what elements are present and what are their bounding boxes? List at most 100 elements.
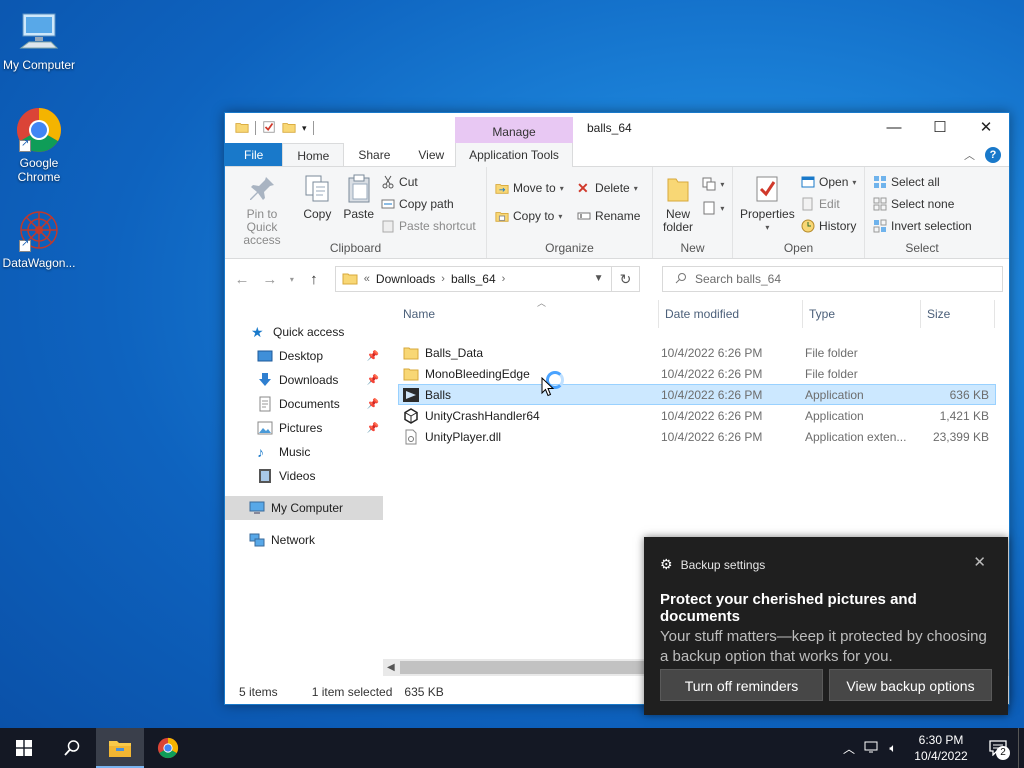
paste-shortcut-button[interactable]: Paste shortcut [381, 217, 476, 235]
nav-documents[interactable]: Documents 📌 [225, 392, 383, 416]
chevron-right-icon[interactable]: › [441, 273, 445, 285]
nav-network[interactable]: Network [225, 528, 383, 552]
breadcrumb-downloads[interactable]: Downloads [376, 272, 435, 286]
search-button[interactable] [48, 728, 96, 768]
minimize-button[interactable]: — [871, 113, 917, 143]
help-icon[interactable]: ? [985, 147, 1001, 163]
delete-button[interactable]: ✕ Delete ▾ [577, 179, 640, 197]
new-folder-button[interactable]: New folder [657, 171, 699, 236]
dll-file-icon [403, 429, 419, 445]
title-bar[interactable]: ▾ Manage balls_64 — ☐ ✕ [225, 113, 1009, 143]
new-item-icon [702, 177, 716, 191]
search-icon [675, 272, 687, 287]
customize-qat-icon[interactable]: ▾ [302, 123, 307, 134]
column-size[interactable]: Size [921, 300, 995, 328]
clock-time: 6:30 PM [918, 733, 964, 747]
rename-button[interactable]: Rename [577, 207, 640, 225]
column-type[interactable]: Type [803, 300, 921, 328]
column-name[interactable]: Name [397, 300, 659, 328]
history-button[interactable]: History [801, 217, 856, 235]
copy-button[interactable]: Copy [298, 171, 336, 223]
pin-to-quick-access-button[interactable]: Pin to Quick access [229, 171, 295, 249]
invert-selection-button[interactable]: Invert selection [873, 217, 972, 235]
tab-file[interactable]: File [225, 143, 283, 166]
nav-music[interactable]: ♪ Music [225, 440, 383, 464]
desktop-icon-datawagon[interactable]: DataWagon... [0, 206, 78, 270]
chevron-right-icon[interactable]: › [502, 273, 506, 285]
properties-icon[interactable] [262, 120, 276, 137]
desktop-icon-google-chrome[interactable]: Google Chrome [0, 106, 78, 184]
toast-body: Your stuff matters—keep it protected by … [660, 628, 987, 665]
group-clipboard: Pin to Quick access Copy Paste Cut Copy … [225, 167, 487, 258]
file-row[interactable]: MonoBleedingEdge 10/4/2022 6:26 PM File … [398, 363, 996, 384]
nav-desktop[interactable]: Desktop 📌 [225, 344, 383, 368]
forward-button[interactable]: → [259, 271, 281, 288]
folder-icon [342, 270, 358, 289]
new-item-button[interactable]: ▾ [702, 175, 724, 193]
cut-button[interactable]: Cut [381, 173, 476, 191]
open-button[interactable]: Open ▾ [801, 173, 856, 191]
network-tray-icon[interactable] [860, 741, 882, 756]
search-box[interactable] [661, 266, 1003, 292]
view-backup-options-button[interactable]: View backup options [829, 669, 992, 701]
maximize-button[interactable]: ☐ [917, 113, 963, 143]
collapse-ribbon-icon[interactable]: ︿ [964, 147, 975, 163]
select-none-button[interactable]: Select none [873, 195, 972, 213]
nav-my-computer[interactable]: My Computer [225, 496, 383, 520]
toast-close-button[interactable]: ✕ [973, 553, 986, 571]
turn-off-reminders-button[interactable]: Turn off reminders [660, 669, 823, 701]
scrollbar-thumb[interactable] [400, 661, 660, 674]
volume-icon[interactable]: 🔈︎ [882, 741, 904, 756]
easy-access-button[interactable]: ▾ [702, 199, 724, 217]
address-bar-row: ← → ▾ ↑ « Downloads › balls_64 › ▼ ↻ [225, 259, 1009, 299]
action-center-button[interactable]: 2 [978, 740, 1018, 760]
tab-home[interactable]: Home [282, 143, 345, 166]
taskbar-file-explorer[interactable] [96, 728, 144, 768]
file-row-selected[interactable]: Balls 10/4/2022 6:26 PM Application 636 … [398, 384, 996, 405]
address-dropdown-button[interactable]: ▼ [585, 267, 611, 291]
up-button[interactable]: ↑ [303, 271, 325, 288]
move-to-button[interactable]: Move to ▾ [495, 179, 564, 197]
tab-application-tools[interactable]: Application Tools [455, 143, 573, 167]
manage-context-tab[interactable]: Manage [455, 117, 573, 143]
show-desktop-button[interactable] [1018, 728, 1024, 768]
pictures-icon [257, 420, 273, 436]
new-folder-icon[interactable] [282, 120, 296, 137]
clock[interactable]: 6:30 PM 10/4/2022 [904, 732, 978, 764]
tab-share[interactable]: Share [344, 143, 404, 166]
start-button[interactable] [0, 728, 48, 768]
refresh-button[interactable]: ↻ [612, 266, 640, 292]
chrome-icon [15, 106, 63, 154]
nav-videos[interactable]: Videos [225, 464, 383, 488]
copy-to-button[interactable]: Copy to ▾ [495, 207, 564, 225]
new-folder-icon [662, 173, 694, 205]
tab-view[interactable]: View [404, 143, 458, 166]
copy-to-icon [495, 209, 509, 223]
properties-button[interactable]: Properties ▾ [737, 171, 798, 236]
back-button[interactable]: ← [231, 271, 253, 288]
desktop-icon-my-computer[interactable]: My Computer [0, 8, 78, 72]
edit-icon [801, 197, 815, 211]
scroll-left-icon[interactable]: ◀ [387, 659, 395, 676]
search-input[interactable] [694, 272, 975, 286]
nav-quick-access[interactable]: ★ Quick access [225, 320, 383, 344]
copy-path-button[interactable]: Copy path [381, 195, 476, 213]
nav-pictures[interactable]: Pictures 📌 [225, 416, 383, 440]
file-row[interactable]: UnityCrashHandler64 10/4/2022 6:26 PM Ap… [398, 405, 996, 426]
file-row[interactable]: Balls_Data 10/4/2022 6:26 PM File folder [398, 342, 996, 363]
chevron-up-icon[interactable]: ︿ [838, 740, 860, 757]
paste-button[interactable]: Paste [340, 171, 378, 223]
breadcrumb-balls-64[interactable]: balls_64 [451, 272, 496, 286]
close-button[interactable]: ✕ [963, 113, 1009, 143]
recent-locations-button[interactable]: ▾ [287, 275, 297, 284]
file-row[interactable]: UnityPlayer.dll 10/4/2022 6:26 PM Applic… [398, 426, 996, 447]
select-all-button[interactable]: Select all [873, 173, 972, 191]
backup-notification-toast[interactable]: ⚙ Backup settings ✕ Protect your cherish… [644, 537, 1008, 715]
sort-ascending-icon: ︿ [537, 298, 547, 308]
taskbar-chrome[interactable] [144, 728, 192, 768]
address-bar[interactable]: « Downloads › balls_64 › ▼ [334, 266, 613, 292]
nav-downloads[interactable]: Downloads 📌 [225, 368, 383, 392]
overflow-chevron-icon[interactable]: « [364, 273, 370, 285]
column-date-modified[interactable]: Date modified [659, 300, 803, 328]
edit-button[interactable]: Edit [801, 195, 856, 213]
